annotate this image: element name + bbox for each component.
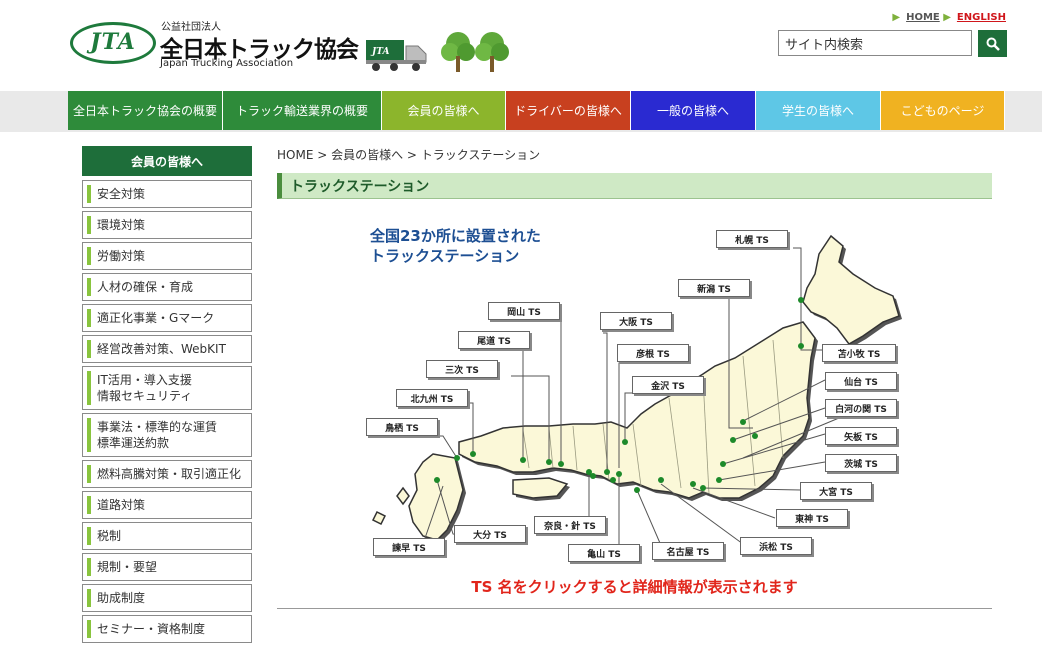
station-ibaraki[interactable]: 茨城 TS — [825, 454, 897, 472]
bullet-bar-icon — [87, 558, 91, 576]
station-kameyama[interactable]: 亀山 TS — [568, 544, 640, 562]
sidebar-item-label: 税制 — [97, 529, 122, 543]
station-tomakomai[interactable]: 苫小牧 TS — [822, 344, 896, 362]
bullet-bar-icon — [87, 371, 91, 405]
breadcrumb[interactable]: HOME > 会員の皆様へ > トラックステーション — [277, 146, 540, 163]
bullet-bar-icon — [87, 247, 91, 265]
station-isahaya[interactable]: 諫早 TS — [373, 538, 445, 556]
site-header: JTA 公益社団法人 全日本トラック協会 Japan Trucking Asso… — [0, 0, 1042, 91]
sidebar-item-labor[interactable]: 労働対策 — [82, 242, 252, 270]
sidebar-item-environment[interactable]: 環境対策 — [82, 211, 252, 239]
sidebar-item-label: IT活用・導入支援 情報セキュリティ — [97, 373, 193, 403]
link-arrow-icon: ▶ — [892, 12, 901, 23]
nav-members[interactable]: 会員の皆様へ — [382, 91, 506, 130]
station-omiya[interactable]: 大宮 TS — [800, 482, 872, 500]
bullet-bar-icon — [87, 185, 91, 203]
global-nav: 全日本トラック協会の概要 トラック輸送業界の概要 会員の皆様へ ドライバーの皆様… — [68, 91, 1005, 130]
sidebar-item-safety[interactable]: 安全対策 — [82, 180, 252, 208]
map-caption-line1: 全国23か所に設置された — [370, 227, 541, 245]
sidebar-item-roads[interactable]: 道路対策 — [82, 491, 252, 519]
station-sapporo[interactable]: 札幌 TS — [716, 230, 788, 248]
sidebar-item-fuel[interactable]: 燃料高騰対策・取引適正化 — [82, 460, 252, 488]
home-link[interactable]: HOME — [906, 12, 940, 23]
nav-general-public[interactable]: 一般の皆様へ — [631, 91, 756, 130]
station-okayama[interactable]: 岡山 TS — [488, 302, 560, 320]
station-onomichi[interactable]: 尾道 TS — [458, 331, 530, 349]
search-icon — [986, 37, 1000, 51]
sidebar-item-label: 事業法・標準的な運賃 標準運送約款 — [97, 420, 218, 450]
bullet-bar-icon — [87, 496, 91, 514]
station-niigata[interactable]: 新潟 TS — [678, 279, 750, 297]
sidebar-item-label: 助成制度 — [97, 591, 146, 605]
sidebar-item-regulation[interactable]: 規制・要望 — [82, 553, 252, 581]
sidebar-item-human-resources[interactable]: 人材の確保・育成 — [82, 273, 252, 301]
sidebar-item-label: 規制・要望 — [97, 560, 158, 574]
sidebar-item-g-mark[interactable]: 適正化事業・Gマーク — [82, 304, 252, 332]
sidebar-item-label: 環境対策 — [97, 218, 146, 232]
station-hikone[interactable]: 彦根 TS — [617, 344, 689, 362]
station-tosu[interactable]: 鳥栖 TS — [366, 418, 438, 436]
sidebar-item-label: 適正化事業・Gマーク — [97, 311, 215, 325]
logo-english-name: Japan Trucking Association — [160, 58, 294, 69]
station-yaita[interactable]: 矢板 TS — [825, 427, 897, 445]
bullet-bar-icon — [87, 589, 91, 607]
station-nagoya[interactable]: 名古屋 TS — [652, 542, 724, 560]
link-arrow-icon: ▶ — [943, 12, 951, 23]
bullet-bar-icon — [87, 340, 91, 358]
logo-mark-text: JTA — [90, 29, 136, 55]
click-notice: TS 名をクリックすると詳細情報が表示されます — [471, 578, 798, 596]
sidebar: 会員の皆様へ 安全対策 環境対策 労働対策 人材の確保・育成 適正化事業・Gマー… — [82, 146, 252, 646]
map-caption-line2: トラックステーション — [370, 247, 520, 265]
sidebar-item-tax[interactable]: 税制 — [82, 522, 252, 550]
site-search-input[interactable] — [778, 30, 972, 56]
sidebar-item-business-law[interactable]: 事業法・標準的な運賃 標準運送約款 — [82, 413, 252, 457]
trees-illustration-icon — [441, 32, 509, 72]
bullet-bar-icon — [87, 278, 91, 296]
nav-industry-overview[interactable]: トラック輸送業界の概要 — [223, 91, 382, 130]
map-caption: 全国23か所に設置された トラックステーション — [370, 226, 541, 266]
bullet-bar-icon — [87, 309, 91, 327]
english-link[interactable]: ENGLISH — [957, 12, 1006, 23]
bullet-bar-icon — [87, 465, 91, 483]
bullet-bar-icon — [87, 620, 91, 638]
station-sendai[interactable]: 仙台 TS — [825, 372, 897, 390]
station-kitakyushu[interactable]: 北九州 TS — [396, 389, 468, 407]
station-hamamatsu[interactable]: 浜松 TS — [740, 537, 812, 555]
nav-drivers[interactable]: ドライバーの皆様へ — [506, 91, 631, 130]
sidebar-item-label: セミナー・資格制度 — [97, 622, 206, 636]
sidebar-item-label: 安全対策 — [97, 187, 146, 201]
sidebar-item-label: 労働対策 — [97, 249, 146, 263]
svg-text:JTA: JTA — [370, 47, 389, 57]
search-button[interactable] — [978, 30, 1007, 57]
sidebar-item-subsidy[interactable]: 助成制度 — [82, 584, 252, 612]
sidebar-item-label: 経営改善対策、WebKIT — [97, 342, 226, 356]
bullet-bar-icon — [87, 216, 91, 234]
sidebar-heading[interactable]: 会員の皆様へ — [82, 146, 252, 176]
station-shirakawa[interactable]: 白河の関 TS — [825, 399, 897, 417]
utility-links: ▶ HOME ▶ ENGLISH — [892, 12, 1006, 23]
station-oita[interactable]: 大分 TS — [454, 525, 526, 543]
jta-logo-mark[interactable]: JTA — [70, 22, 156, 64]
station-miyoshi[interactable]: 三次 TS — [426, 360, 498, 378]
station-nara-hari[interactable]: 奈良・針 TS — [534, 516, 606, 534]
bullet-bar-icon — [87, 418, 91, 452]
nav-kids[interactable]: こどものページ — [881, 91, 1005, 130]
content-divider — [277, 608, 992, 609]
sidebar-item-seminars[interactable]: セミナー・資格制度 — [82, 615, 252, 643]
nav-students[interactable]: 学生の皆様へ — [756, 91, 881, 130]
sidebar-item-it-security[interactable]: IT活用・導入支援 情報セキュリティ — [82, 366, 252, 410]
nav-association-overview[interactable]: 全日本トラック協会の概要 — [68, 91, 223, 130]
station-osaka[interactable]: 大阪 TS — [600, 312, 672, 330]
truck-illustration-icon: JTA — [366, 40, 427, 71]
sidebar-item-label: 道路対策 — [97, 498, 146, 512]
sidebar-item-label: 人材の確保・育成 — [97, 280, 194, 294]
station-kanazawa[interactable]: 金沢 TS — [632, 376, 704, 394]
bullet-bar-icon — [87, 527, 91, 545]
station-toshin[interactable]: 東神 TS — [776, 509, 848, 527]
page-title: トラックステーション — [277, 173, 992, 199]
sidebar-item-label: 燃料高騰対策・取引適正化 — [97, 467, 242, 481]
sidebar-item-management-webkit[interactable]: 経営改善対策、WebKIT — [82, 335, 252, 363]
